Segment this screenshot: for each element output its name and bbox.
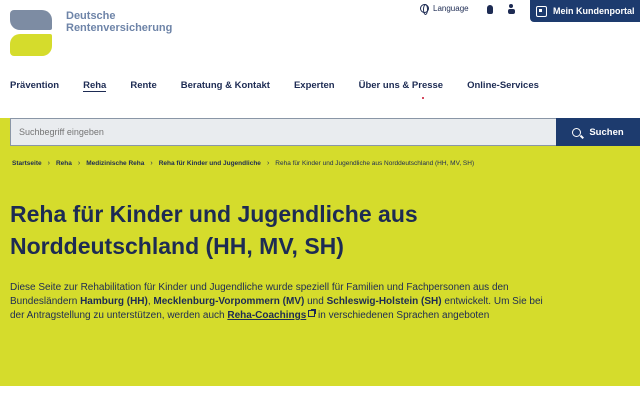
breadcrumb: Startseite › Reha › Medizinische Reha › …: [12, 160, 474, 167]
login-icon: [536, 5, 547, 17]
nav-label: Reha: [83, 80, 107, 92]
search-input[interactable]: [10, 118, 556, 146]
hero-section: Suchen Startseite › Reha › Medizinische …: [0, 118, 640, 386]
nav-item-praevention[interactable]: Prävention: [10, 80, 59, 93]
reha-coachings-link[interactable]: Reha-Coachings: [227, 309, 317, 321]
intro-mv: Mecklenburg-Vorpommern (MV): [153, 296, 305, 307]
breadcrumb-item-kinder-jugendliche[interactable]: Reha für Kinder und Jugendliche: [159, 160, 261, 167]
nav-label: Prävention: [10, 80, 60, 91]
nav-item-beratung[interactable]: Beratung & Kontakt: [181, 80, 270, 93]
drv-logo[interactable]: [10, 10, 52, 56]
nav-label: Experten: [293, 80, 335, 91]
logo-wordmark[interactable]: Deutsche Rentenversicherung: [66, 10, 172, 34]
search-button[interactable]: Suchen: [556, 118, 640, 146]
nav-label: Beratung & Kontakt: [180, 80, 270, 91]
customer-portal-label: Mein Kundenportal: [553, 6, 635, 16]
nav-indicator-dot: [422, 97, 424, 99]
nav-label: Rente: [130, 80, 157, 91]
external-link-icon: [308, 309, 317, 317]
logo-line-2: Rentenversicherung: [66, 22, 173, 34]
nav-label: Über uns & Presse: [358, 80, 444, 91]
nav-item-experten[interactable]: Experten: [294, 80, 335, 93]
search-button-label: Suchen: [589, 126, 624, 138]
breadcrumb-item-reha[interactable]: Reha: [56, 160, 72, 167]
sign-language-link[interactable]: [485, 4, 495, 15]
easy-language-icon: [507, 4, 517, 15]
customer-portal-button[interactable]: Mein Kundenportal: [530, 0, 640, 22]
nav-item-online-services[interactable]: Online-Services: [467, 80, 539, 93]
sign-language-icon: [485, 4, 495, 15]
breadcrumb-item-startseite[interactable]: Startseite: [12, 160, 42, 167]
globe-icon: [420, 4, 429, 15]
intro-und: und: [304, 296, 327, 307]
nav-item-ueber-uns[interactable]: Über uns & Presse: [359, 80, 443, 93]
intro-sh: Schleswig-Holstein (SH): [326, 296, 442, 307]
nav-item-reha[interactable]: Reha: [83, 80, 107, 93]
main-navigation: Prävention Reha Rente Beratung & Kontakt…: [10, 80, 563, 93]
breadcrumb-separator-icon: ›: [77, 160, 81, 167]
page-title: Reha für Kinder und Jugendliche aus Nord…: [10, 198, 530, 262]
logo-shape-bottom: [10, 34, 52, 56]
breadcrumb-item-medizinische-reha[interactable]: Medizinische Reha: [86, 160, 144, 167]
easy-language-link[interactable]: [507, 4, 517, 15]
breadcrumb-separator-icon: ›: [47, 160, 50, 167]
intro-hamburg: Hamburg (HH): [80, 296, 148, 307]
breadcrumb-item-current: Reha für Kinder und Jugendliche aus Nord…: [275, 160, 475, 167]
page-title-line-1: Reha für Kinder und Jugendliche aus: [10, 201, 418, 227]
intro-text-3: in verschiedenen Sprachen angeboten: [315, 310, 490, 321]
breadcrumb-separator-icon: ›: [150, 160, 153, 167]
page-title-line-2: Norddeutschland (HH, MV, SH): [10, 233, 344, 259]
nav-label: Online-Services: [467, 80, 539, 91]
reha-coachings-link-label: Reha-Coachings: [227, 310, 307, 321]
search-icon: [572, 127, 582, 137]
intro-paragraph: Diese Seite zur Rehabilitation für Kinde…: [10, 281, 550, 323]
logo-line-1: Deutsche: [66, 10, 116, 22]
breadcrumb-separator-icon: ›: [266, 160, 270, 167]
site-header: Deutsche Rentenversicherung Language Mei…: [0, 0, 640, 118]
language-switch[interactable]: Language: [420, 4, 469, 15]
logo-shape-top: [10, 10, 52, 30]
language-label: Language: [433, 4, 469, 13]
nav-item-rente[interactable]: Rente: [130, 80, 156, 93]
